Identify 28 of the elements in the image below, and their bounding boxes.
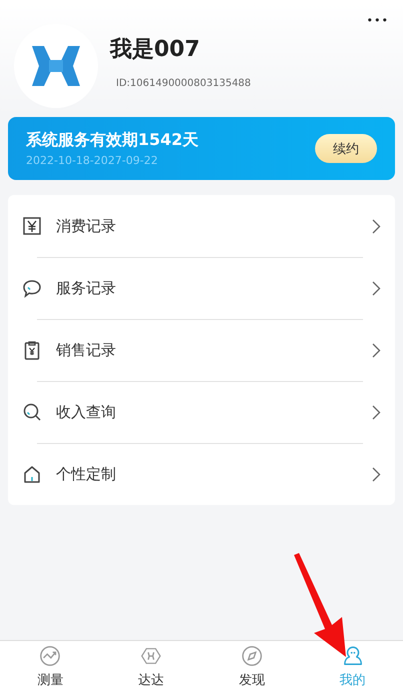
chart-icon xyxy=(39,645,62,667)
chevron-icon xyxy=(372,466,381,482)
hexagon-icon xyxy=(140,645,162,667)
clipboard-icon xyxy=(22,340,42,360)
chevron-icon xyxy=(372,404,381,420)
person-icon xyxy=(342,645,364,667)
user-name: 我是007 xyxy=(110,36,201,64)
menu-item[interactable]: 收入查询 xyxy=(8,381,395,443)
chat-icon xyxy=(22,278,42,298)
chevron-icon xyxy=(372,280,381,296)
renew-button[interactable]: 续约 xyxy=(315,134,377,163)
service-validity: 系统服务有效期1542天 xyxy=(26,130,199,151)
tab[interactable]: 测量 xyxy=(0,641,101,693)
chevron-icon xyxy=(372,342,381,358)
compass-icon xyxy=(240,645,263,667)
menu-item[interactable]: 销售记录 xyxy=(8,319,395,381)
service-dates: 2022-10-18-2027-09-22 xyxy=(26,154,159,167)
search-icon xyxy=(22,402,42,422)
user-id: ID:1061490000803135488 xyxy=(116,78,251,89)
yuan-icon xyxy=(22,216,42,236)
chevron-icon xyxy=(372,218,381,234)
more-button[interactable]: ••• xyxy=(366,14,389,27)
menu-item[interactable]: 消费记录 xyxy=(8,195,395,257)
tab[interactable]: 达达 xyxy=(100,641,202,693)
tab[interactable]: 发现 xyxy=(202,641,302,693)
house-icon xyxy=(22,464,42,484)
menu-item[interactable]: 个性定制 xyxy=(8,443,395,505)
menu-item[interactable]: 服务记录 xyxy=(8,257,395,319)
